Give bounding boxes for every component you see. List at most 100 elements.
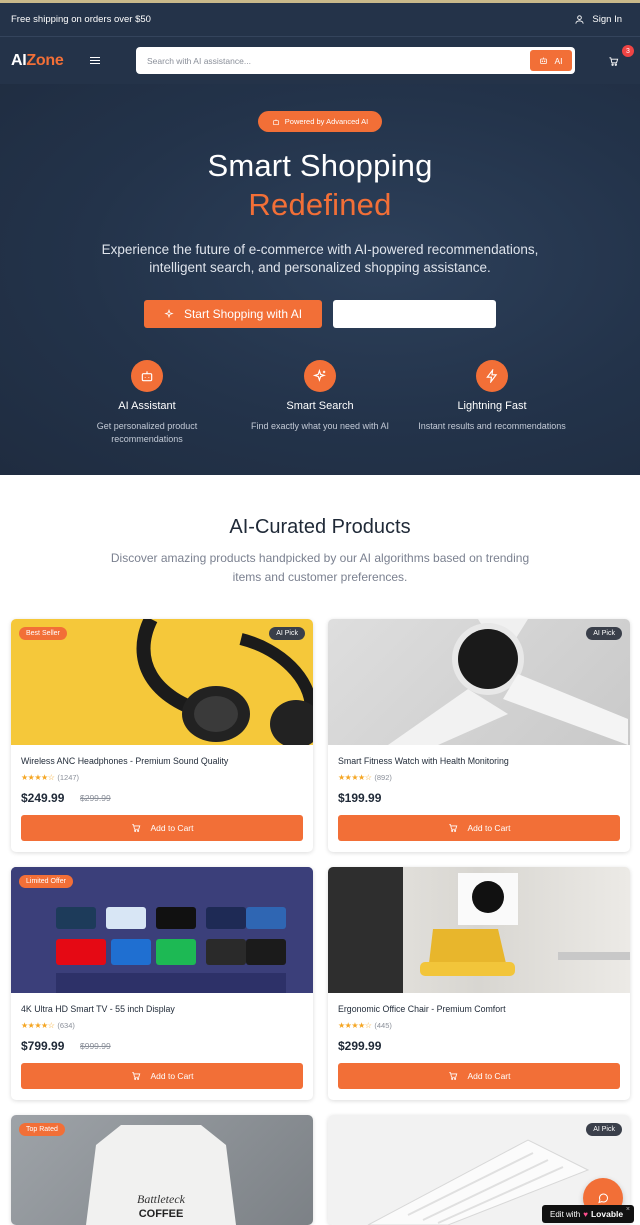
feature-ai-assistant: AI Assistant Get personalized product re…: [57, 360, 237, 446]
add-to-cart-label: Add to Cart: [150, 823, 194, 833]
feature-icon-circle: [131, 360, 163, 392]
cart-icon: [131, 1072, 140, 1080]
bot-icon: [141, 371, 153, 382]
lovable-prefix: Edit with: [550, 1209, 581, 1219]
product-image[interactable]: Battleteck COFFEE Top Rated: [11, 1115, 313, 1225]
hero-badge-text: Powered by Advanced AI: [284, 117, 369, 126]
add-to-cart-label: Add to Cart: [467, 1071, 511, 1081]
product-rating: ★★★★☆ (634): [21, 1021, 75, 1030]
hero-badge: Powered by Advanced AI: [258, 111, 382, 132]
sparkles-icon: [164, 309, 174, 319]
bot-icon: [540, 57, 548, 64]
sign-in-label: Sign In: [592, 14, 622, 25]
chat-icon: [598, 1193, 609, 1204]
feature-lightning-fast: Lightning Fast Instant results and recom…: [402, 360, 582, 433]
hero-section: Powered by Advanced AI Smart Shopping Re…: [0, 84, 640, 475]
feature-icon-circle: [476, 360, 508, 392]
product-price: $799.99: [21, 1039, 65, 1053]
product-card[interactable]: Ergonomic Office Chair - Premium Comfort…: [328, 867, 630, 1100]
product-name[interactable]: 4K Ultra HD Smart TV - 55 inch Display: [21, 1004, 175, 1014]
search-bar: AI: [136, 47, 575, 74]
cart-count-badge: 3: [622, 45, 634, 57]
limited-offer-badge: Limited Offer: [19, 875, 73, 888]
start-shopping-label: Start Shopping with AI: [183, 307, 303, 321]
product-rating: ★★★★☆ (892): [338, 773, 392, 782]
product-card[interactable]: AI Pick Smart Fitness Watch with Health …: [328, 619, 630, 852]
hero-title-accent: Redefined: [248, 187, 392, 222]
ai-button-label: AI: [554, 55, 563, 66]
product-name[interactable]: Wireless ANC Headphones - Premium Sound …: [21, 756, 228, 766]
product-card[interactable]: Limited Offer 4K Ultra HD Smart TV - 55 …: [11, 867, 313, 1100]
close-icon[interactable]: ×: [626, 1206, 630, 1213]
ai-search-button[interactable]: AI: [530, 50, 572, 71]
top-announcement-bar: Free shipping on orders over $50 Sign In: [0, 0, 640, 36]
product-name[interactable]: Ergonomic Office Chair - Premium Comfort: [338, 1004, 506, 1014]
feature-title: Smart Search: [286, 400, 354, 412]
sign-in-link[interactable]: Sign In: [574, 14, 622, 25]
ai-pick-badge: AI Pick: [586, 1123, 622, 1136]
star-rating-icons: ★★★★☆: [21, 773, 55, 782]
feature-smart-search: Smart Search Find exactly what you need …: [230, 360, 410, 433]
add-to-cart-button[interactable]: Add to Cart: [338, 1063, 620, 1089]
add-to-cart-label: Add to Cart: [150, 1071, 194, 1081]
feature-icon-circle: [304, 360, 336, 392]
review-count: (634): [57, 1021, 75, 1030]
logo-suffix: Zone: [26, 51, 64, 69]
secondary-hero-button[interactable]: [333, 300, 496, 328]
original-price: $999.99: [80, 1041, 111, 1051]
feature-title: Lightning Fast: [457, 400, 527, 412]
coffee-label-text: COFFEE: [139, 1208, 184, 1220]
review-count: (1247): [57, 773, 80, 782]
product-image[interactable]: [328, 867, 630, 993]
main-navbar: AIZone AI 3: [0, 36, 640, 84]
ai-pick-badge: AI Pick: [269, 627, 305, 640]
hero-subtitle: Experience the future of e-commerce with…: [101, 242, 539, 275]
search-input[interactable]: [136, 47, 530, 74]
product-image[interactable]: AI Pick: [328, 619, 630, 745]
product-card[interactable]: Best Seller AI Pick Wireless ANC Headpho…: [11, 619, 313, 852]
review-count: (892): [374, 773, 392, 782]
product-rating: ★★★★☆ (445): [338, 1021, 392, 1030]
feature-title: AI Assistant: [118, 400, 176, 412]
menu-icon[interactable]: [90, 56, 101, 65]
coffee-brand-text: Battleteck: [137, 1192, 186, 1206]
product-image[interactable]: Limited Offer: [11, 867, 313, 993]
start-shopping-button[interactable]: Start Shopping with AI: [144, 300, 322, 328]
add-to-cart-button[interactable]: Add to Cart: [21, 815, 303, 841]
ai-pick-badge: AI Pick: [586, 627, 622, 640]
section-title: AI-Curated Products: [229, 516, 411, 538]
cart-icon: [609, 57, 619, 66]
lovable-brand: Lovable: [590, 1209, 624, 1219]
add-to-cart-button[interactable]: Add to Cart: [21, 1063, 303, 1089]
logo[interactable]: AIZone: [11, 51, 64, 70]
product-price: $249.99: [21, 791, 65, 805]
feature-description: Instant results and recommendations: [418, 421, 566, 431]
product-price: $299.99: [338, 1039, 382, 1053]
feature-description: Get personalized product recommendations: [96, 421, 198, 444]
lightning-icon: [486, 369, 498, 383]
top-rated-badge: Top Rated: [19, 1123, 65, 1136]
cart-icon: [448, 824, 457, 832]
cart-icon: [131, 824, 140, 832]
office-chair-image: [328, 867, 630, 993]
add-to-cart-label: Add to Cart: [467, 823, 511, 833]
bot-icon: [272, 118, 279, 125]
hero-title: Smart Shopping: [207, 148, 433, 183]
user-icon: [575, 15, 585, 24]
watch-image: [388, 619, 628, 745]
product-price: $199.99: [338, 791, 382, 805]
star-rating-icons: ★★★★☆: [21, 1021, 55, 1030]
product-image[interactable]: Best Seller AI Pick: [11, 619, 313, 745]
heart-icon: ♥: [583, 1209, 588, 1219]
sparkles-icon: [313, 369, 326, 382]
cart-button[interactable]: 3: [608, 45, 634, 70]
review-count: (445): [374, 1021, 392, 1030]
section-subtitle: Discover amazing products handpicked by …: [110, 551, 530, 584]
feature-description: Find exactly what you need with AI: [250, 421, 390, 431]
logo-prefix: AI: [11, 51, 27, 69]
product-name[interactable]: Smart Fitness Watch with Health Monitori…: [338, 756, 509, 766]
add-to-cart-button[interactable]: Add to Cart: [338, 815, 620, 841]
product-card[interactable]: Battleteck COFFEE Top Rated: [11, 1115, 313, 1225]
edit-with-lovable-badge[interactable]: Edit with ♥ Lovable ×: [542, 1205, 634, 1223]
shipping-notice: Free shipping on orders over $50: [11, 14, 151, 25]
